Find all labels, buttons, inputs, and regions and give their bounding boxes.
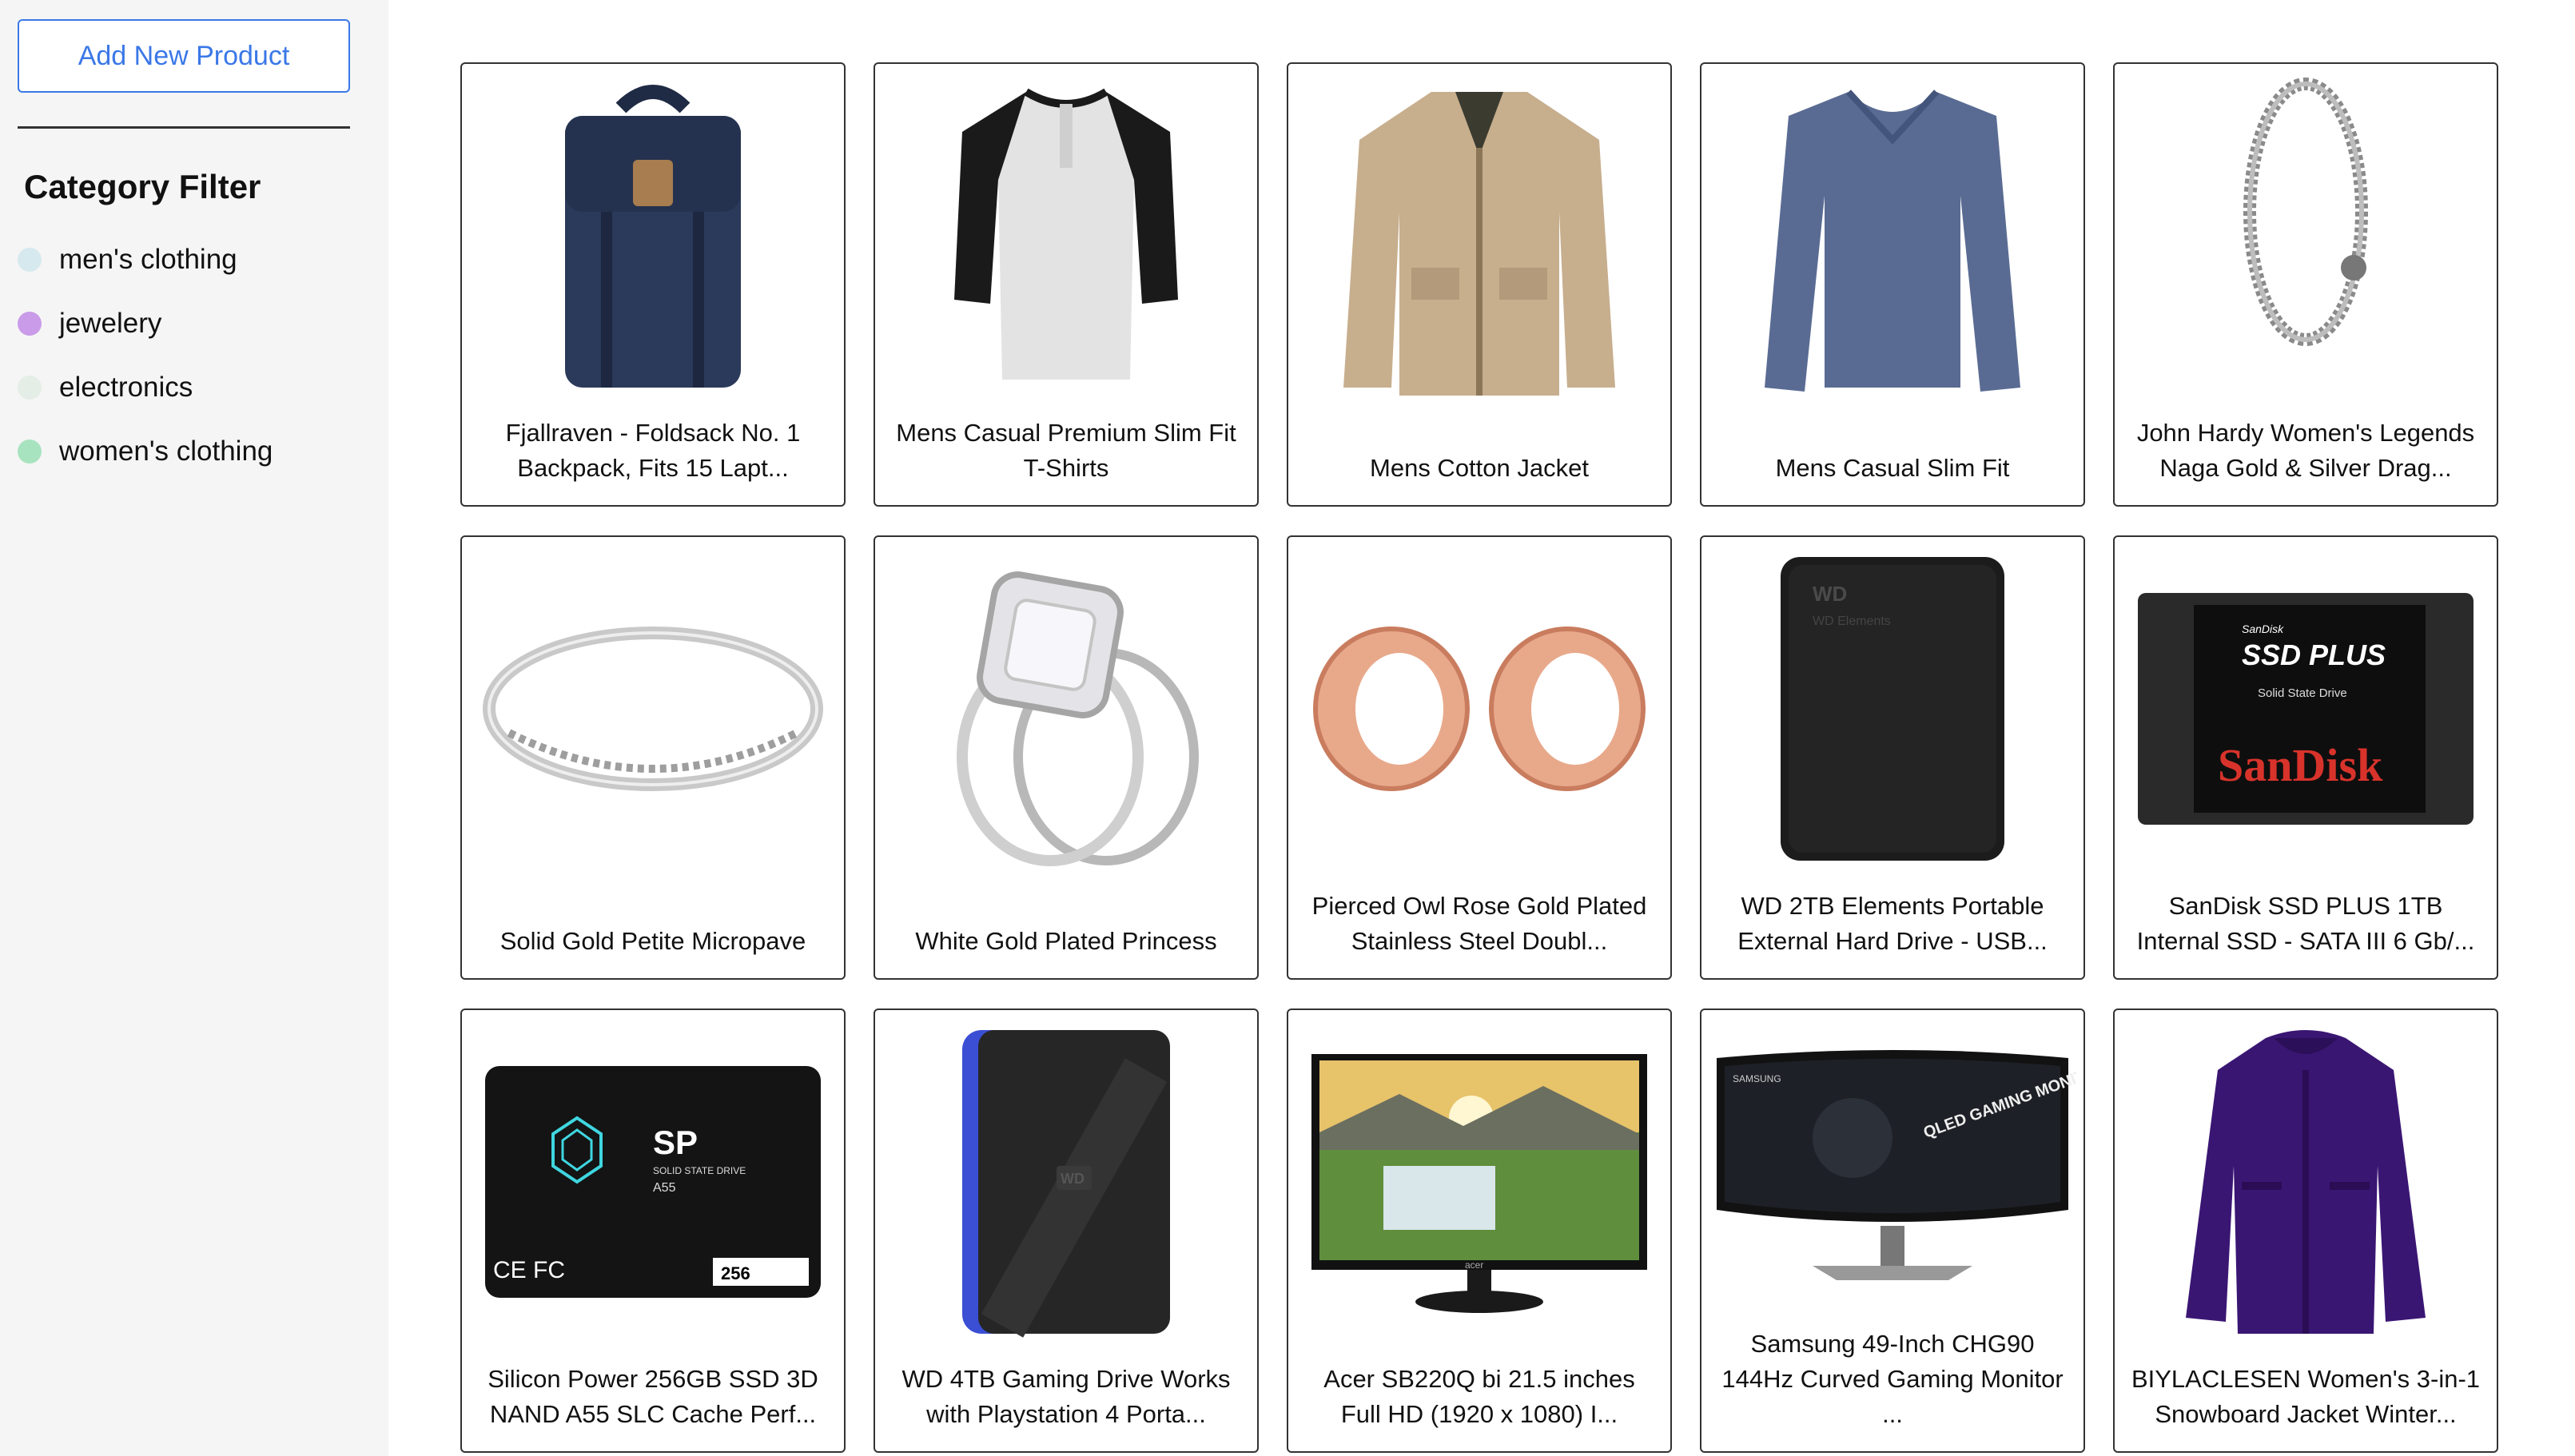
backpack-icon: [462, 64, 844, 408]
filter-label: men's clothing: [59, 244, 237, 275]
product-title: BIYLACLESEN Women's 3-in-1 Snowboard Jac…: [2131, 1365, 2481, 1428]
sp-logo-text: SP: [653, 1124, 698, 1161]
product-title: Samsung 49-Inch CHG90 144Hz Curved Gamin…: [1721, 1330, 2064, 1428]
product-card[interactable]: WD WD 4TB Gaming Drive Works with Playst…: [874, 1008, 1259, 1453]
product-title: Mens Casual Premium Slim Fit T-Shirts: [896, 419, 1236, 482]
cert-marks-text: CE FC: [493, 1257, 565, 1283]
sidebar: Add New Product Category Filter men's cl…: [0, 0, 388, 1456]
category-color-dot: [18, 248, 42, 272]
product-title: Acer SB220Q bi 21.5 inches Full HD (1920…: [1323, 1365, 1635, 1428]
category-color-dot: [18, 312, 42, 336]
wd-logo-text: WD: [1061, 1171, 1085, 1187]
ssd-plus-text: SSD PLUS: [2242, 638, 2386, 671]
ssd-icon: SP SOLID STATE DRIVE A55 CE FC 256: [462, 1010, 844, 1354]
product-card[interactable]: John Hardy Women's Legends Naga Gold & S…: [2113, 62, 2498, 507]
gaming-drive-icon: WD: [875, 1010, 1257, 1354]
womens-jacket-icon: [2115, 1010, 2497, 1354]
product-card[interactable]: SP SOLID STATE DRIVE A55 CE FC 256 Silic…: [460, 1008, 846, 1453]
curved-monitor-icon: SAMSUNG QLED GAMING MONITOR: [1701, 1010, 2083, 1306]
product-title: Mens Casual Slim Fit: [1775, 454, 2010, 482]
filter-item-mens-clothing[interactable]: men's clothing: [18, 236, 237, 284]
sandisk-logo-text: SanDisk: [2218, 739, 2383, 791]
product-title: White Gold Plated Princess: [915, 927, 1217, 955]
monitor-icon: acer: [1288, 1010, 1670, 1354]
product-title: WD 2TB Elements Portable External Hard D…: [1737, 892, 2048, 955]
product-card[interactable]: Pierced Owl Rose Gold Plated Stainless S…: [1287, 535, 1672, 980]
product-card[interactable]: acer Acer SB220Q bi 21.5 inches Full HD …: [1287, 1008, 1672, 1453]
category-color-dot: [18, 376, 42, 400]
product-card[interactable]: Mens Casual Slim Fit: [1700, 62, 2085, 507]
diamond-ring-icon: [875, 537, 1257, 881]
sp-model-text: A55: [653, 1181, 676, 1195]
product-card[interactable]: Fjallraven - Foldsack No. 1 Backpack, Fi…: [460, 62, 846, 507]
product-title: Fjallraven - Foldsack No. 1 Backpack, Fi…: [505, 419, 801, 482]
product-title: Mens Cotton Jacket: [1370, 454, 1589, 482]
product-title: SanDisk SSD PLUS 1TB Internal SSD - SATA…: [2136, 892, 2475, 955]
ring-icon: [462, 537, 844, 881]
ear-tunnels-icon: [1288, 537, 1670, 881]
sandisk-small-text: SanDisk: [2242, 623, 2284, 635]
ssd-subtitle-text: Solid State Drive: [2258, 686, 2347, 700]
longsleeve-icon: [1701, 64, 2083, 408]
tshirt-icon: [875, 64, 1257, 408]
filter-label: electronics: [59, 372, 193, 403]
bracelet-icon: [2115, 64, 2497, 360]
jacket-icon: [1288, 64, 1670, 408]
filter-item-womens-clothing[interactable]: women's clothing: [18, 428, 273, 475]
sidebar-divider: [18, 126, 350, 129]
filter-item-jewelery[interactable]: jewelery: [18, 300, 161, 348]
samsung-logo-text: SAMSUNG: [1733, 1073, 1781, 1084]
product-card[interactable]: WD WD Elements WD 2TB Elements Portable …: [1700, 535, 2085, 980]
acer-logo-text: acer: [1465, 1259, 1483, 1271]
product-card[interactable]: SanDisk SSD PLUS Solid State Drive SanDi…: [2113, 535, 2498, 980]
filter-label: jewelery: [59, 308, 162, 339]
product-title: Silicon Power 256GB SSD 3D NAND A55 SLC …: [488, 1365, 818, 1428]
filter-label: women's clothing: [59, 436, 273, 467]
filter-item-electronics[interactable]: electronics: [18, 364, 193, 412]
product-card[interactable]: White Gold Plated Princess: [874, 535, 1259, 980]
add-new-product-button[interactable]: Add New Product: [18, 19, 350, 93]
product-card[interactable]: BIYLACLESEN Women's 3-in-1 Snowboard Jac…: [2113, 1008, 2498, 1453]
product-card[interactable]: Mens Casual Premium Slim Fit T-Shirts: [874, 62, 1259, 507]
product-title: John Hardy Women's Legends Naga Gold & S…: [2136, 419, 2475, 482]
hard-drive-icon: WD WD Elements: [1701, 537, 2083, 881]
category-color-dot: [18, 440, 42, 463]
wd-logo-text: WD: [1813, 582, 1847, 606]
product-card[interactable]: Mens Cotton Jacket: [1287, 62, 1672, 507]
category-filter-title: Category Filter: [24, 168, 261, 205]
product-title: WD 4TB Gaming Drive Works with Playstati…: [901, 1365, 1231, 1428]
ssd-icon: SanDisk SSD PLUS Solid State Drive SanDi…: [2115, 537, 2497, 881]
product-card[interactable]: SAMSUNG QLED GAMING MONITOR Samsung 49-I…: [1700, 1008, 2085, 1453]
product-title: Pierced Owl Rose Gold Plated Stainless S…: [1311, 892, 1647, 955]
product-card[interactable]: Solid Gold Petite Micropave: [460, 535, 846, 980]
product-title: Solid Gold Petite Micropave: [499, 927, 806, 955]
sp-capacity-text: 256: [721, 1263, 750, 1283]
sp-subtitle-text: SOLID STATE DRIVE: [653, 1165, 746, 1176]
wd-elements-text: WD Elements: [1813, 615, 1891, 628]
